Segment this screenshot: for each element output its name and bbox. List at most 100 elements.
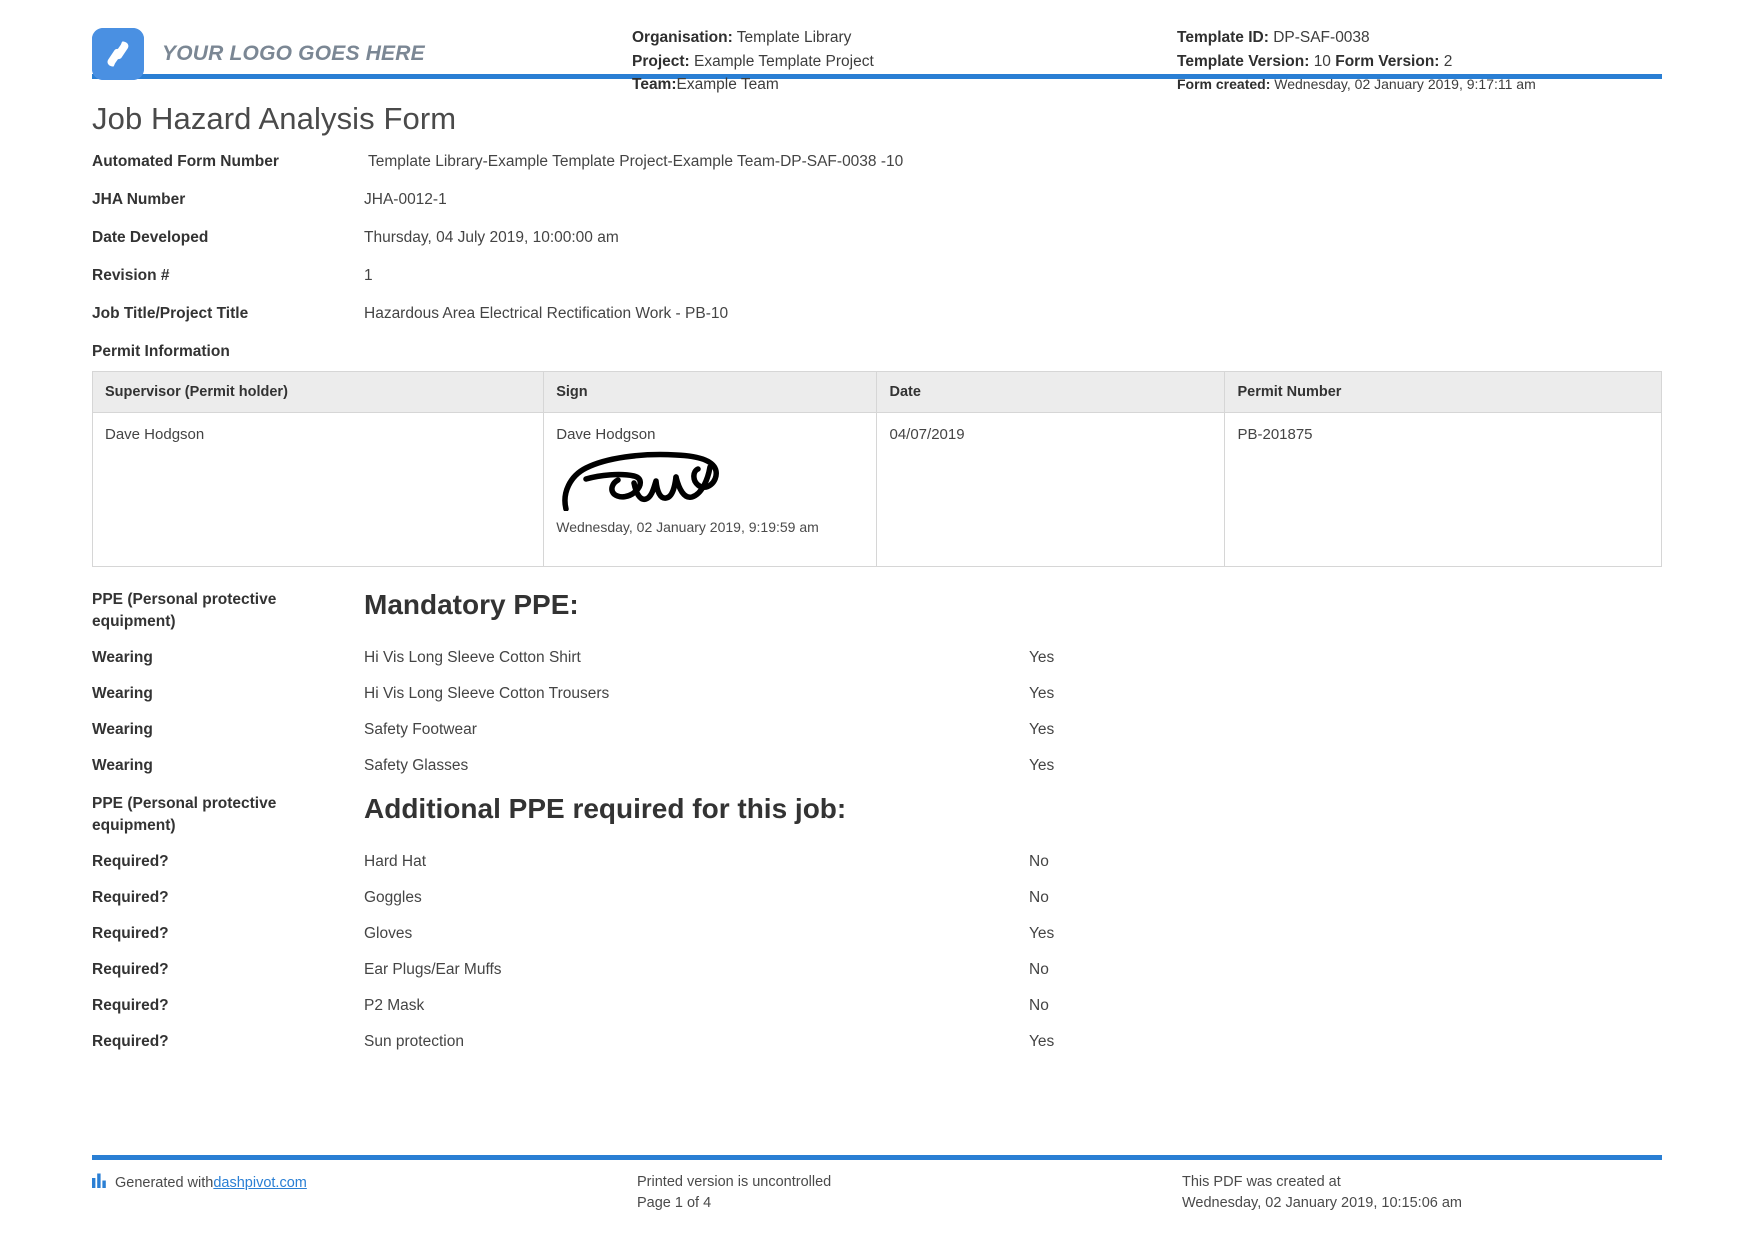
header-version-line: Template Version: 10 Form Version: 2 <box>1177 50 1662 74</box>
ppe-item: Safety Footwear <box>364 721 1029 739</box>
list-item: Wearing Hi Vis Long Sleeve Cotton Shirt … <box>92 649 1662 667</box>
field-label: Job Title/Project Title <box>92 303 364 325</box>
form-created-value: Wednesday, 02 January 2019, 9:17:11 am <box>1274 76 1536 92</box>
field-value: JHA-0012-1 <box>364 189 1662 211</box>
template-id-label: Template ID: <box>1177 29 1269 46</box>
list-item: Required? Sun protection Yes <box>92 1033 1662 1051</box>
logo-text: YOUR LOGO GOES HERE <box>162 42 425 66</box>
ppe-answer: No <box>1029 997 1049 1015</box>
form-created-label: Form created: <box>1177 76 1270 92</box>
ppe-question: Required? <box>92 1033 364 1051</box>
ppe-item: Goggles <box>364 889 1029 907</box>
bar-chart-icon <box>92 1172 107 1195</box>
ppe-question: Wearing <box>92 649 364 667</box>
additional-ppe-heading: Additional PPE required for this job: <box>364 793 846 825</box>
field-value: Template Library-Example Template Projec… <box>364 151 1662 173</box>
logo-block: YOUR LOGO GOES HERE <box>92 22 632 80</box>
mandatory-ppe-heading: Mandatory PPE: <box>364 589 579 621</box>
list-item: Required? P2 Mask No <box>92 997 1662 1015</box>
header-template-column: Template ID: DP-SAF-0038 Template Versio… <box>1177 22 1662 97</box>
additional-ppe-list: Required? Hard Hat No Required? Goggles … <box>92 853 1662 1051</box>
footer-wrapper: Generated with dashpivot.com Printed ver… <box>92 1155 1662 1214</box>
cell-permit-number: PB-201875 <box>1225 413 1662 567</box>
field-value: Hazardous Area Electrical Rectification … <box>364 303 1662 325</box>
ppe-answer: Yes <box>1029 649 1054 667</box>
ppe-question: Required? <box>92 961 364 979</box>
form-version-label: Form Version: <box>1335 53 1439 70</box>
page-number: Page 1 of 4 <box>637 1193 1182 1214</box>
field-row-job-title: Job Title/Project Title Hazardous Area E… <box>92 303 1662 325</box>
organisation-label: Organisation: <box>632 29 733 46</box>
ppe-question: Wearing <box>92 721 364 739</box>
header-org-column: Organisation: Template Library Project: … <box>632 22 1177 97</box>
header-form-created-line: Form created: Wednesday, 02 January 2019… <box>1177 73 1662 97</box>
footer-print-block: Printed version is uncontrolled Page 1 o… <box>637 1172 1182 1214</box>
page-title: Job Hazard Analysis Form <box>92 101 1662 137</box>
printed-notice: Printed version is uncontrolled <box>637 1172 1182 1193</box>
list-item: Required? Gloves Yes <box>92 925 1662 943</box>
template-version-label: Template Version: <box>1177 53 1309 70</box>
table-header-row: Supervisor (Permit holder) Sign Date Per… <box>93 372 1662 413</box>
table-row: Dave Hodgson Dave Hodgson <box>93 413 1662 567</box>
field-label: Automated Form Number <box>92 151 364 173</box>
document-page: YOUR LOGO GOES HERE Organisation: Templa… <box>0 0 1754 1240</box>
ppe-question: Required? <box>92 853 364 871</box>
list-item: Wearing Hi Vis Long Sleeve Cotton Trouse… <box>92 685 1662 703</box>
column-header-date: Date <box>877 372 1225 413</box>
team-label: Team: <box>632 76 677 93</box>
permit-information-label: Permit Information <box>92 343 1662 361</box>
ppe-item: Ear Plugs/Ear Muffs <box>364 961 1029 979</box>
ppe-answer: Yes <box>1029 685 1054 703</box>
field-label: JHA Number <box>92 189 364 211</box>
organisation-value: Template Library <box>737 29 852 46</box>
ppe-item: P2 Mask <box>364 997 1029 1015</box>
mandatory-ppe-heading-row: PPE (Personal protective equipment) Mand… <box>92 589 1662 633</box>
footer-generated-block: Generated with dashpivot.com <box>92 1172 637 1195</box>
project-value: Example Template Project <box>694 53 874 70</box>
form-fields: Automated Form Number Template Library-E… <box>92 151 1662 325</box>
field-row-automated-form-number: Automated Form Number Template Library-E… <box>92 151 1662 173</box>
field-label: Date Developed <box>92 227 364 249</box>
column-header-permit-number: Permit Number <box>1225 372 1662 413</box>
column-header-supervisor: Supervisor (Permit holder) <box>93 372 544 413</box>
ppe-answer: No <box>1029 889 1049 907</box>
header-team-line: Team:Example Team <box>632 73 1177 97</box>
additional-ppe-heading-row: PPE (Personal protective equipment) Addi… <box>92 793 1662 837</box>
project-label: Project: <box>632 53 690 70</box>
cell-sign: Dave Hodgson Wednesday, 02 January 2019,… <box>544 413 877 567</box>
field-row-jha-number: JHA Number JHA-0012-1 <box>92 189 1662 211</box>
ppe-question: Required? <box>92 997 364 1015</box>
pdf-created-value: Wednesday, 02 January 2019, 10:15:06 am <box>1182 1193 1662 1214</box>
footer-generated-text: Generated with <box>115 1173 213 1194</box>
ppe-answer: Yes <box>1029 721 1054 739</box>
field-value: 1 <box>364 265 1662 287</box>
ppe-item: Hi Vis Long Sleeve Cotton Trousers <box>364 685 1029 703</box>
form-version-value: 2 <box>1444 53 1453 70</box>
cell-supervisor: Dave Hodgson <box>93 413 544 567</box>
template-id-value: DP-SAF-0038 <box>1273 29 1369 46</box>
additional-ppe-label: PPE (Personal protective equipment) <box>92 793 364 837</box>
signature-image <box>556 449 864 515</box>
permit-information-table: Supervisor (Permit holder) Sign Date Per… <box>92 371 1662 567</box>
ppe-answer: Yes <box>1029 1033 1054 1051</box>
list-item: Wearing Safety Glasses Yes <box>92 757 1662 775</box>
ppe-item: Hi Vis Long Sleeve Cotton Shirt <box>364 649 1029 667</box>
ppe-item: Safety Glasses <box>364 757 1029 775</box>
ppe-answer: No <box>1029 961 1049 979</box>
ppe-question: Wearing <box>92 685 364 703</box>
document-header: YOUR LOGO GOES HERE Organisation: Templa… <box>92 0 1662 74</box>
signature-timestamp: Wednesday, 02 January 2019, 9:19:59 am <box>556 519 864 535</box>
dashpivot-link[interactable]: dashpivot.com <box>213 1173 307 1194</box>
list-item: Required? Goggles No <box>92 889 1662 907</box>
mandatory-ppe-list: Wearing Hi Vis Long Sleeve Cotton Shirt … <box>92 649 1662 775</box>
header-organisation-line: Organisation: Template Library <box>632 26 1177 50</box>
field-label: Revision # <box>92 265 364 287</box>
list-item: Required? Ear Plugs/Ear Muffs No <box>92 961 1662 979</box>
ppe-question: Required? <box>92 889 364 907</box>
cell-date: 04/07/2019 <box>877 413 1225 567</box>
field-row-revision: Revision # 1 <box>92 265 1662 287</box>
ppe-item: Hard Hat <box>364 853 1029 871</box>
column-header-sign: Sign <box>544 372 877 413</box>
ppe-question: Wearing <box>92 757 364 775</box>
ppe-item: Sun protection <box>364 1033 1029 1051</box>
